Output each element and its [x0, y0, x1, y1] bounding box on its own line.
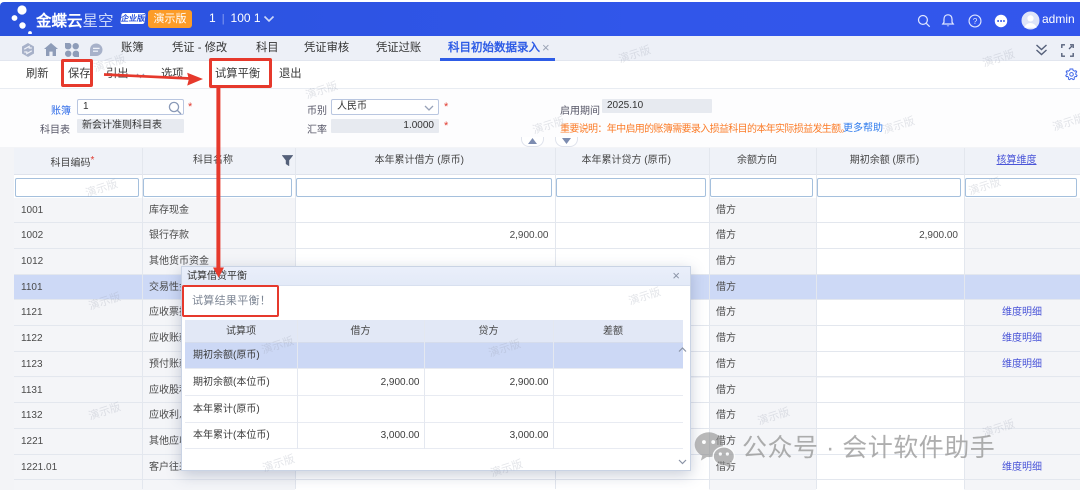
- svg-text:?: ?: [973, 17, 978, 26]
